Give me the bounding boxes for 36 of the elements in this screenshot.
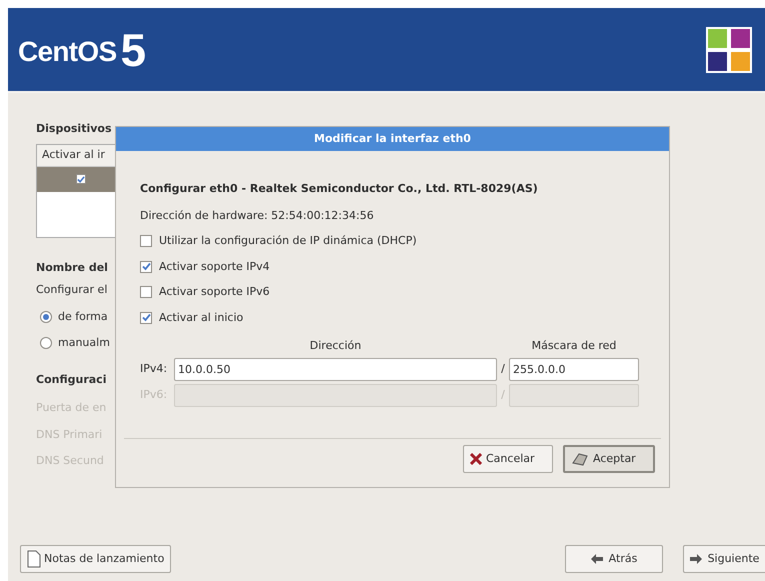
checkbox[interactable] bbox=[140, 312, 152, 324]
next-button[interactable]: Siguiente bbox=[683, 545, 765, 573]
checkbox[interactable] bbox=[140, 260, 152, 273]
section-heading: Configuraci bbox=[36, 372, 106, 388]
document-icon bbox=[27, 550, 41, 568]
radio-label: de forma bbox=[58, 308, 108, 324]
column-header: Máscara de red bbox=[530, 338, 618, 354]
hint-text: Configurar el bbox=[36, 282, 108, 298]
right-arrow-icon bbox=[690, 554, 702, 564]
section-heading: Nombre del bbox=[36, 260, 108, 276]
release-notes-button[interactable]: Notas de lanzamiento bbox=[20, 545, 172, 573]
checkbox-label: Utilizar la configuración de IP dinámica (DHCP) bbox=[159, 233, 417, 249]
checkbox[interactable] bbox=[140, 286, 152, 298]
x-icon bbox=[470, 453, 482, 465]
input-field[interactable]: 255.0.0.0 bbox=[509, 358, 639, 380]
checkbox[interactable] bbox=[76, 174, 86, 184]
back-button[interactable]: Atrás bbox=[565, 545, 663, 573]
checkbox[interactable] bbox=[140, 235, 152, 248]
column-header: Dirección bbox=[308, 338, 362, 354]
accept-button[interactable]: Aceptar bbox=[563, 445, 655, 473]
dialog-title: Modificar la interfaz eth0 bbox=[116, 127, 669, 151]
separator-text: / bbox=[500, 386, 506, 403]
left-arrow-icon bbox=[590, 554, 603, 564]
checkbox-label: Activar soporte IPv4 bbox=[159, 258, 270, 274]
section-heading: Dispositivos bbox=[36, 121, 112, 137]
logo-text: CentOS bbox=[18, 34, 116, 68]
dialog-heading: Configurar eth0 - Realtek Semiconductor Co., Ltd. RTL-8029(AS) bbox=[140, 181, 539, 197]
field-label: IPv4: bbox=[140, 360, 168, 377]
cancel-button[interactable]: Cancelar bbox=[463, 445, 553, 473]
radio-label: manualm bbox=[58, 335, 110, 351]
input-field[interactable]: 10.0.0.50 bbox=[174, 358, 497, 380]
checkbox-label: Activar al inicio bbox=[159, 310, 244, 326]
checkbox-label: Activar soporte IPv6 bbox=[159, 284, 270, 300]
logo-version: 5 bbox=[120, 26, 146, 72]
hardware-address: Dirección de hardware: 52:54:00:12:34:56 bbox=[140, 208, 375, 224]
separator-text: / bbox=[500, 360, 506, 377]
